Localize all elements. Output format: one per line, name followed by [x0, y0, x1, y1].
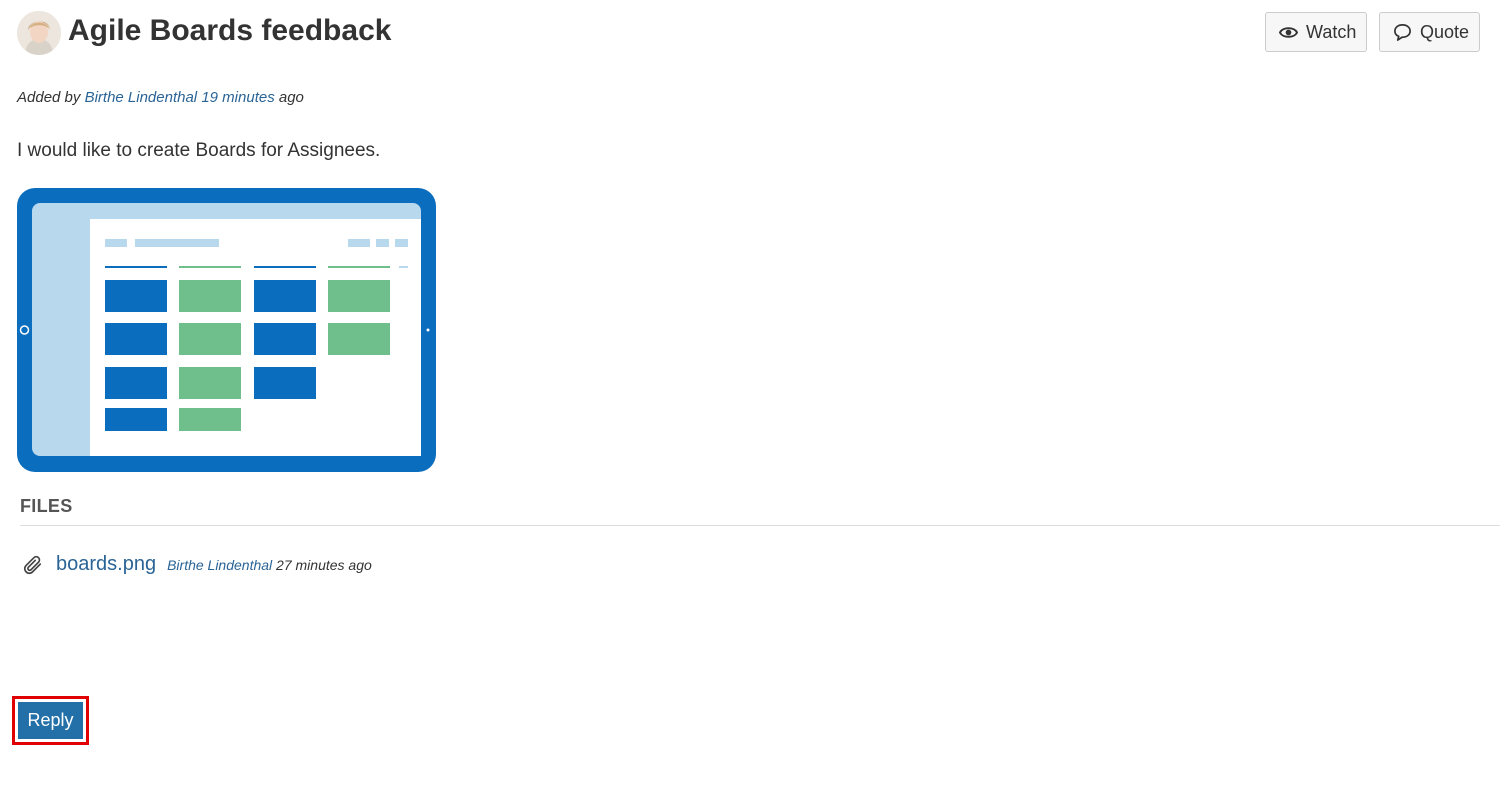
- post-time-link[interactable]: 19 minutes: [201, 89, 274, 106]
- file-time: 27 minutes ago: [276, 556, 372, 573]
- author-avatar[interactable]: [17, 11, 61, 55]
- time-suffix: ago: [278, 89, 304, 106]
- post-body: I would like to create Boards for Assign…: [17, 140, 381, 161]
- tablet-board-image: [17, 188, 436, 472]
- avatar-image: [17, 11, 61, 55]
- files-heading: FILES: [20, 496, 73, 516]
- quote-label: Quote: [1420, 21, 1470, 42]
- quote-button[interactable]: Quote: [1379, 12, 1480, 52]
- added-by-prefix: Added by: [17, 89, 81, 106]
- files-divider: [20, 525, 1500, 526]
- file-meta: Birthe Lindenthal 27 minutes ago: [167, 557, 372, 573]
- speech-bubble-icon: [1393, 23, 1412, 42]
- file-item: boards.png Birthe Lindenthal 27 minutes …: [22, 553, 372, 576]
- boards-illustration[interactable]: [17, 188, 436, 472]
- reply-highlight: Reply: [12, 696, 89, 745]
- file-author-link[interactable]: Birthe Lindenthal: [167, 557, 272, 573]
- eye-icon: [1279, 23, 1298, 42]
- page-title: Agile Boards feedback: [68, 14, 392, 47]
- post-meta: Added by Birthe Lindenthal 19 minutes ag…: [17, 89, 304, 106]
- reply-button[interactable]: Reply: [18, 702, 83, 739]
- watch-label: Watch: [1306, 21, 1357, 42]
- file-link[interactable]: boards.png: [56, 553, 156, 576]
- author-link[interactable]: Birthe Lindenthal: [85, 89, 198, 106]
- paperclip-icon: [22, 554, 44, 576]
- watch-button[interactable]: Watch: [1265, 12, 1367, 52]
